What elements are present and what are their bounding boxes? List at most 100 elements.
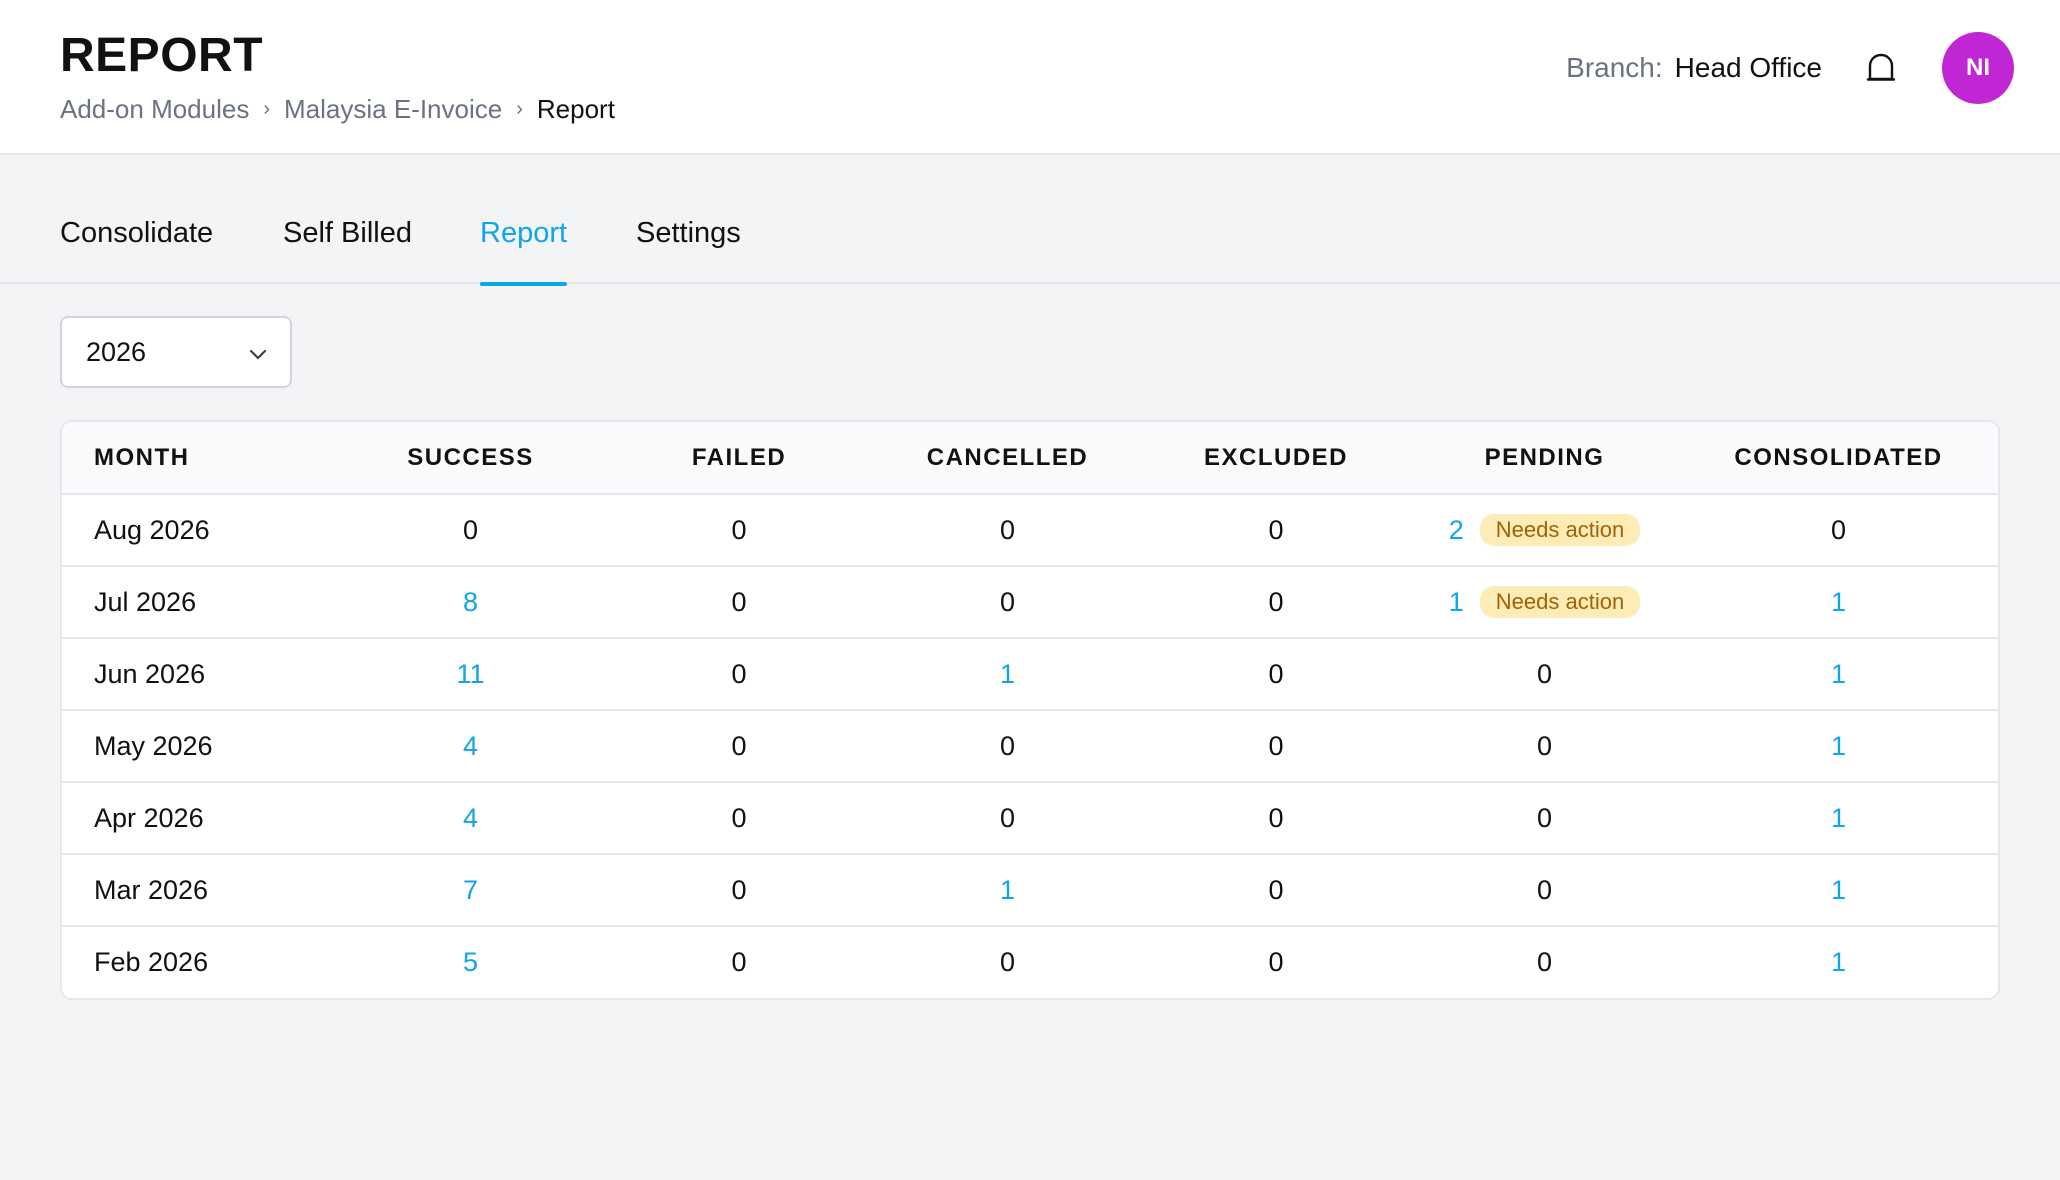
cell-consolidated-value[interactable]: 1 xyxy=(1831,947,1846,977)
cell-month: Apr 2026 xyxy=(62,781,336,854)
cell-pending: 0 xyxy=(1410,925,1679,998)
tab-settings[interactable]: Settings xyxy=(636,217,741,284)
cell-excluded-value: 0 xyxy=(1268,730,1284,761)
cell-excluded: 0 xyxy=(1142,781,1410,854)
table-row: Jul 2026 8 0 0 0 1 Needs action 1 xyxy=(62,565,1998,638)
cell-excluded: 0 xyxy=(1142,637,1410,710)
cell-consolidated: 1 xyxy=(1679,925,1998,998)
cell-cancelled-value: 0 xyxy=(999,802,1016,833)
cell-consolidated-value[interactable]: 1 xyxy=(1831,731,1846,761)
cell-cancelled-value[interactable]: 1 xyxy=(1000,875,1015,905)
cell-failed: 0 xyxy=(605,637,873,710)
cell-failed-value: 0 xyxy=(731,514,747,545)
cell-pending-value: 0 xyxy=(1536,658,1553,689)
table-row: Aug 2026 0 0 0 0 2 Needs action 0 xyxy=(62,494,1998,566)
cell-pending: 0 xyxy=(1410,709,1679,782)
cell-pending-value: 0 xyxy=(1536,802,1553,833)
table-row: Mar 2026 7 0 1 0 0 1 xyxy=(62,853,1998,926)
page-title: REPORT xyxy=(60,29,264,82)
cell-success-value[interactable]: 5 xyxy=(463,947,478,977)
branch-selector[interactable]: Head Office xyxy=(1675,52,1822,84)
cell-failed: 0 xyxy=(605,494,873,566)
pending-wrap: 1 Needs action xyxy=(1449,586,1641,618)
cell-excluded: 0 xyxy=(1142,565,1410,638)
cell-pending-value: 0 xyxy=(1536,730,1553,761)
cell-cancelled: 0 xyxy=(873,494,1142,566)
report-table: MONTH SUCCESS FAILED CANCELLED EXCLUDED … xyxy=(60,420,2000,1000)
tab-report[interactable]: Report xyxy=(480,217,568,286)
cell-cancelled: 0 xyxy=(873,565,1142,638)
tab-self-billed[interactable]: Self Billed xyxy=(283,217,412,284)
cell-consolidated-value[interactable]: 1 xyxy=(1831,875,1846,905)
cell-failed-value: 0 xyxy=(731,658,747,689)
cell-month: Jun 2026 xyxy=(62,637,336,710)
avatar[interactable]: NI xyxy=(1942,32,2014,104)
bell-icon[interactable] xyxy=(1864,51,1898,85)
header-actions: Branch: Head Office NI xyxy=(1566,32,2014,104)
cell-consolidated-value[interactable]: 1 xyxy=(1831,803,1846,833)
cell-failed: 0 xyxy=(605,709,873,782)
page-header: REPORT Add-on Modules › Malaysia E-Invoi… xyxy=(0,0,2060,155)
breadcrumb-current: Report xyxy=(536,94,615,124)
cell-failed-value: 0 xyxy=(731,947,747,977)
cell-month: Aug 2026 xyxy=(94,514,210,545)
cell-pending-value: 0 xyxy=(1536,947,1553,977)
breadcrumb-addon-modules[interactable]: Add-on Modules xyxy=(60,94,249,125)
cell-failed-value: 0 xyxy=(731,730,747,761)
cell-cancelled-value[interactable]: 1 xyxy=(1000,659,1015,689)
column-header-consolidated: CONSOLIDATED xyxy=(1679,422,1998,495)
tab-bar: Consolidate Self Billed Report Settings xyxy=(0,155,2060,286)
breadcrumb-malaysia-einvoice[interactable]: Malaysia E-Invoice xyxy=(284,94,502,125)
cell-consolidated: 1 xyxy=(1679,853,1998,926)
cell-excluded-value: 0 xyxy=(1268,947,1284,977)
cell-excluded: 0 xyxy=(1142,709,1410,782)
year-select[interactable]: 2026 xyxy=(60,316,292,388)
cell-success: 5 xyxy=(336,925,605,998)
breadcrumb: Add-on Modules › Malaysia E-Invoice › Re… xyxy=(60,94,615,125)
cell-success-value[interactable]: 11 xyxy=(456,659,484,689)
tab-consolidate[interactable]: Consolidate xyxy=(60,217,213,284)
cell-month: Feb 2026 xyxy=(62,925,336,998)
column-header-cancelled: CANCELLED xyxy=(873,422,1142,495)
year-select-value: 2026 xyxy=(86,336,147,367)
needs-action-badge: Needs action xyxy=(1479,514,1641,546)
cell-success: 4 xyxy=(336,781,605,854)
cell-cancelled: 0 xyxy=(873,709,1142,782)
cell-excluded: 0 xyxy=(1142,494,1410,566)
table-row: Jun 2026 11 0 1 0 0 1 xyxy=(62,637,1998,710)
cell-month: Jul 2026 xyxy=(62,565,336,638)
cell-cancelled: 0 xyxy=(873,925,1142,998)
cell-success: 7 xyxy=(336,853,605,926)
cell-cancelled-value: 0 xyxy=(999,514,1016,545)
cell-success-value[interactable]: 7 xyxy=(463,875,478,905)
cell-success: 8 xyxy=(336,565,605,638)
cell-success-value[interactable]: 4 xyxy=(463,803,478,833)
cell-consolidated-value[interactable]: 1 xyxy=(1831,587,1846,617)
column-header-failed: FAILED xyxy=(605,422,873,495)
cell-pending-value[interactable]: 1 xyxy=(1449,587,1464,618)
cell-success: 0 xyxy=(336,494,605,566)
cell-month: May 2026 xyxy=(62,709,336,782)
cell-success-value[interactable]: 4 xyxy=(463,731,478,761)
cell-excluded-value: 0 xyxy=(1268,514,1284,545)
table-row: Apr 2026 4 0 0 0 0 1 xyxy=(62,781,1998,854)
cell-cancelled: 1 xyxy=(873,637,1142,710)
cell-success-value[interactable]: 8 xyxy=(463,587,478,617)
cell-pending: 0 xyxy=(1410,853,1679,926)
column-header-month: MONTH xyxy=(62,422,336,495)
cell-excluded: 0 xyxy=(1142,925,1410,998)
cell-excluded-value: 0 xyxy=(1268,802,1284,833)
table-row: Feb 2026 5 0 0 0 0 1 xyxy=(62,925,1998,998)
cell-failed-value: 0 xyxy=(731,586,747,617)
breadcrumb-separator-icon: › xyxy=(263,98,271,120)
column-header-excluded: EXCLUDED xyxy=(1142,422,1410,495)
breadcrumb-separator-icon: › xyxy=(516,98,523,120)
cell-cancelled: 1 xyxy=(873,853,1142,926)
cell-success: 11 xyxy=(336,637,605,710)
cell-success: 4 xyxy=(336,709,605,782)
cell-pending-value: 0 xyxy=(1536,874,1553,905)
cell-pending-value[interactable]: 2 xyxy=(1449,515,1464,546)
cell-consolidated-value[interactable]: 1 xyxy=(1831,659,1846,689)
cell-failed: 0 xyxy=(605,925,873,998)
cell-excluded-value: 0 xyxy=(1268,586,1284,617)
